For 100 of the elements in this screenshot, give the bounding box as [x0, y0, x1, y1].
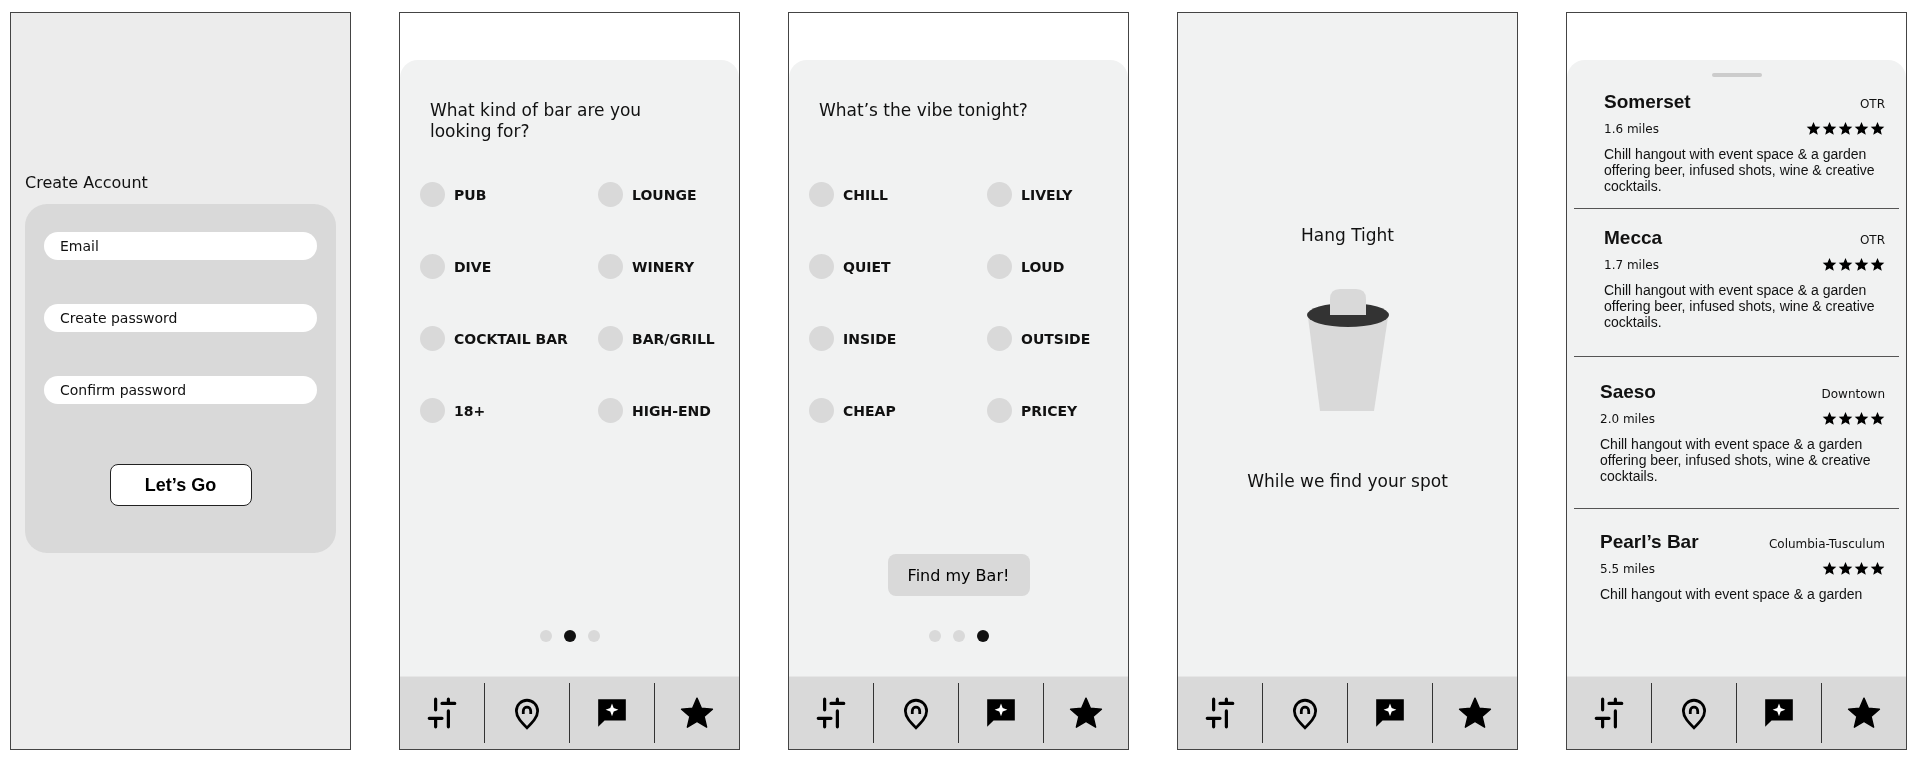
- star-icon: [1838, 561, 1853, 576]
- star-icon: [1870, 411, 1885, 426]
- star-icon: [1854, 411, 1869, 426]
- star-icon[interactable]: [680, 696, 715, 730]
- option-item[interactable]: INSIDE: [809, 326, 987, 351]
- option-item[interactable]: COCKTAIL BAR: [420, 326, 598, 351]
- radio-button[interactable]: [420, 326, 445, 351]
- input-field[interactable]: Email: [44, 232, 317, 260]
- radio-button[interactable]: [420, 398, 445, 423]
- neighborhood-label: Downtown: [1821, 387, 1885, 401]
- star-icon: [1870, 121, 1885, 136]
- option-item[interactable]: WINERY: [598, 254, 739, 279]
- option-item[interactable]: HIGH-END: [598, 398, 739, 423]
- distance-label: 1.6 miles: [1604, 121, 1659, 136]
- option-item[interactable]: CHILL: [809, 182, 987, 207]
- neighborhood-label: OTR: [1859, 97, 1885, 111]
- page-dot[interactable]: [952, 630, 965, 642]
- page-dot[interactable]: [928, 630, 941, 642]
- option-item[interactable]: DIVE: [420, 254, 598, 279]
- star-icon: [1854, 561, 1869, 576]
- bar-name: Mecca: [1604, 227, 1663, 249]
- option-label: BAR/GRILL: [632, 330, 715, 347]
- page-dot[interactable]: [563, 630, 576, 642]
- input-field[interactable]: Confirm password: [44, 376, 317, 404]
- bar-description: Chill hangout with event space & a garden offering beer, infused shots, wine & creative cocktails.: [1604, 282, 1876, 330]
- star-icon: [1838, 257, 1853, 272]
- option-label: CHILL: [843, 186, 889, 203]
- screen-title: Create Account: [25, 173, 149, 192]
- bar-description: Chill hangout with event space & a garden offering beer, infused shots, wine & creative cocktails.: [1600, 436, 1872, 484]
- option-item[interactable]: LOUNGE: [598, 182, 739, 207]
- star-icon: [1854, 257, 1869, 272]
- radio-button[interactable]: [987, 326, 1012, 351]
- radio-button[interactable]: [598, 182, 623, 207]
- radio-button[interactable]: [598, 254, 623, 279]
- option-label: LIVELY: [1021, 186, 1073, 203]
- option-label: LOUD: [1021, 258, 1065, 275]
- star-icon: [1822, 121, 1837, 136]
- star-icon: [1854, 121, 1869, 136]
- star-icon: [1822, 561, 1837, 576]
- bar-name: Saeso: [1600, 381, 1656, 403]
- question-text: What kind of bar are you looking for?: [429, 99, 643, 142]
- star-icon: [1838, 411, 1853, 426]
- star-icon[interactable]: [1069, 696, 1104, 730]
- star-icon[interactable]: [1458, 696, 1493, 730]
- option-label: COCKTAIL BAR: [454, 330, 568, 347]
- radio-button[interactable]: [420, 254, 445, 279]
- option-label: INSIDE: [843, 330, 897, 347]
- page-dot[interactable]: [976, 630, 989, 642]
- option-item[interactable]: 18+: [420, 398, 598, 423]
- option-label: HIGH-END: [632, 402, 711, 419]
- radio-button[interactable]: [809, 398, 834, 423]
- option-label: DIVE: [454, 258, 492, 275]
- loading-subtitle: While we find your spot: [1247, 471, 1448, 491]
- radio-button[interactable]: [809, 326, 834, 351]
- option-item[interactable]: PRICEY: [987, 398, 1128, 423]
- star-icon[interactable]: [1847, 696, 1882, 730]
- option-item[interactable]: BAR/GRILL: [598, 326, 739, 351]
- option-label: 18+: [454, 402, 486, 419]
- radio-button[interactable]: [598, 326, 623, 351]
- option-label: PUB: [454, 186, 487, 203]
- question-text: What’s the vibe tonight?: [818, 99, 1029, 122]
- find-button[interactable]: Find my Bar!: [887, 554, 1030, 596]
- submit-button[interactable]: Let’s Go: [109, 464, 252, 506]
- star-icon: [1822, 411, 1837, 426]
- option-item[interactable]: LIVELY: [987, 182, 1128, 207]
- option-label: PRICEY: [1021, 402, 1078, 419]
- option-item[interactable]: QUIET: [809, 254, 987, 279]
- option-item[interactable]: PUB: [420, 182, 598, 207]
- star-icon: [1870, 257, 1885, 272]
- radio-button[interactable]: [987, 398, 1012, 423]
- bar-description: Chill hangout with event space & a garden offering beer, infused shots, wine & creative cocktails.: [1604, 146, 1876, 194]
- distance-label: 5.5 miles: [1600, 561, 1655, 576]
- star-icon: [1870, 561, 1885, 576]
- star-icon: [1838, 121, 1853, 136]
- option-label: CHEAP: [843, 402, 896, 419]
- option-label: WINERY: [632, 258, 695, 275]
- neighborhood-label: Columbia-Tusculum: [1768, 537, 1885, 551]
- radio-button[interactable]: [987, 182, 1012, 207]
- option-item[interactable]: CHEAP: [809, 398, 987, 423]
- input-field[interactable]: Create password: [44, 304, 317, 332]
- distance-label: 2.0 miles: [1600, 411, 1655, 426]
- radio-button[interactable]: [987, 254, 1012, 279]
- radio-button[interactable]: [809, 182, 834, 207]
- option-label: LOUNGE: [632, 186, 697, 203]
- option-label: OUTSIDE: [1021, 330, 1091, 347]
- option-label: QUIET: [843, 258, 891, 275]
- radio-button[interactable]: [598, 398, 623, 423]
- page-dot[interactable]: [587, 630, 600, 642]
- radio-button[interactable]: [809, 254, 834, 279]
- star-icon: [1822, 257, 1837, 272]
- star-icon: [1806, 121, 1821, 136]
- bar-description: Chill hangout with event space & a garden: [1600, 586, 1864, 602]
- drag-handle[interactable]: [1711, 73, 1762, 77]
- loading-title: Hang Tight: [1301, 225, 1394, 245]
- option-item[interactable]: LOUD: [987, 254, 1128, 279]
- radio-button[interactable]: [420, 182, 445, 207]
- distance-label: 1.7 miles: [1604, 257, 1659, 272]
- option-item[interactable]: OUTSIDE: [987, 326, 1128, 351]
- bar-name: Pearl’s Bar: [1600, 531, 1699, 553]
- page-dot[interactable]: [539, 630, 552, 642]
